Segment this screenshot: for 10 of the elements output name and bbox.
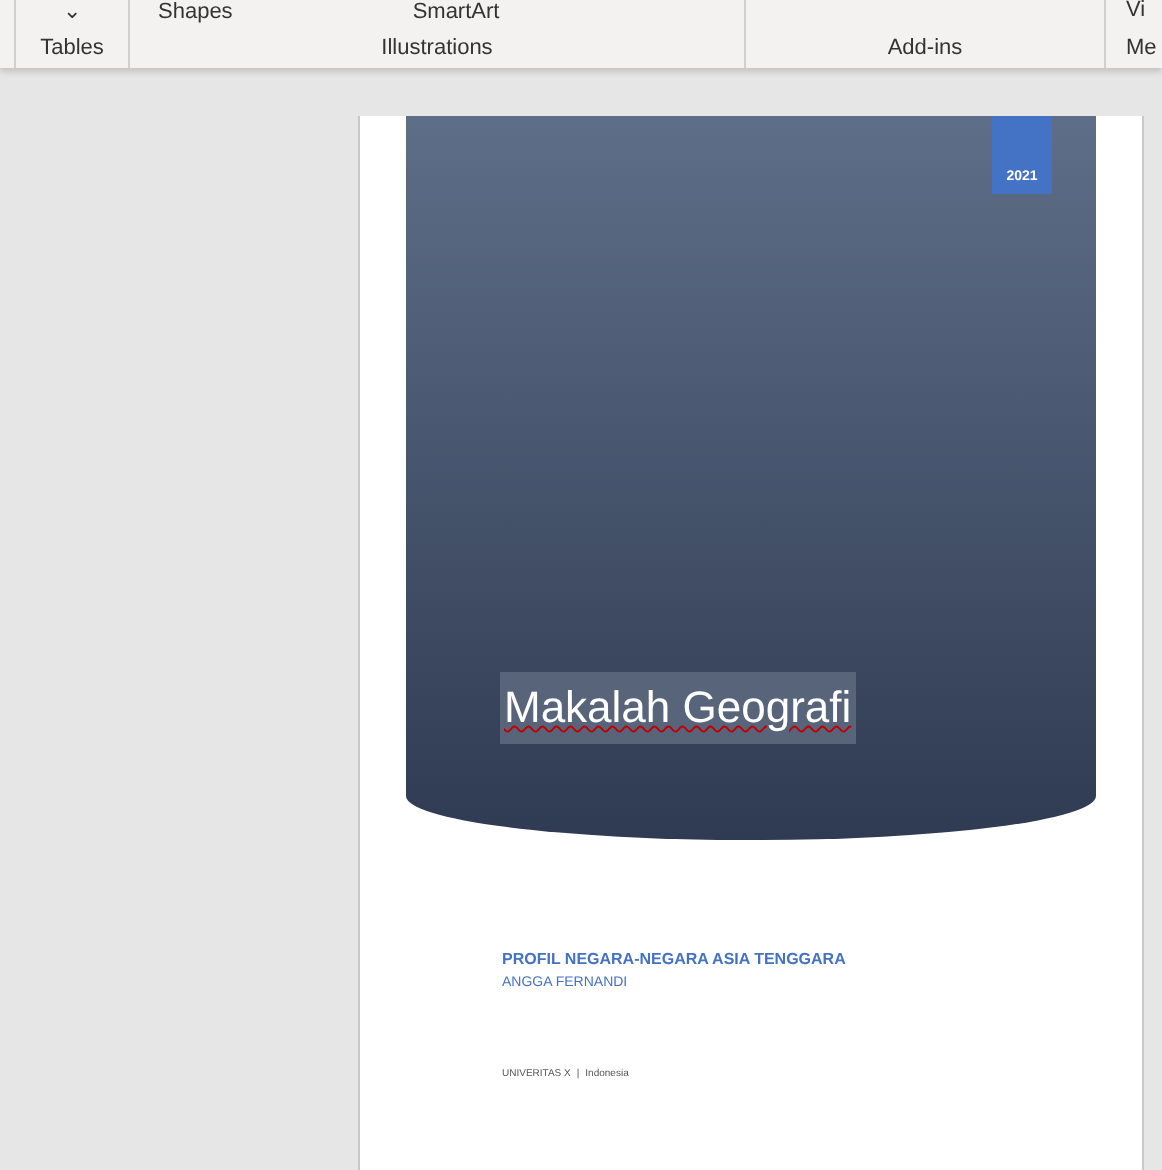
group-label: Me: [1126, 33, 1159, 63]
group-label: Add-ins: [887, 33, 963, 63]
group-label: Tables: [40, 33, 104, 63]
video-button[interactable]: Vi: [1126, 0, 1162, 22]
subtitle: PROFIL NEGARA-NEGARA ASIA TENGGARA: [502, 948, 848, 972]
group-label: Illustrations: [381, 33, 493, 63]
expand-button[interactable]: ⌄: [63, 0, 81, 24]
shapes-button[interactable]: Shapes: [158, 0, 233, 24]
smartart-button[interactable]: SmartArt: [412, 0, 500, 24]
cover-title[interactable]: Makalah Geografi: [500, 672, 856, 744]
